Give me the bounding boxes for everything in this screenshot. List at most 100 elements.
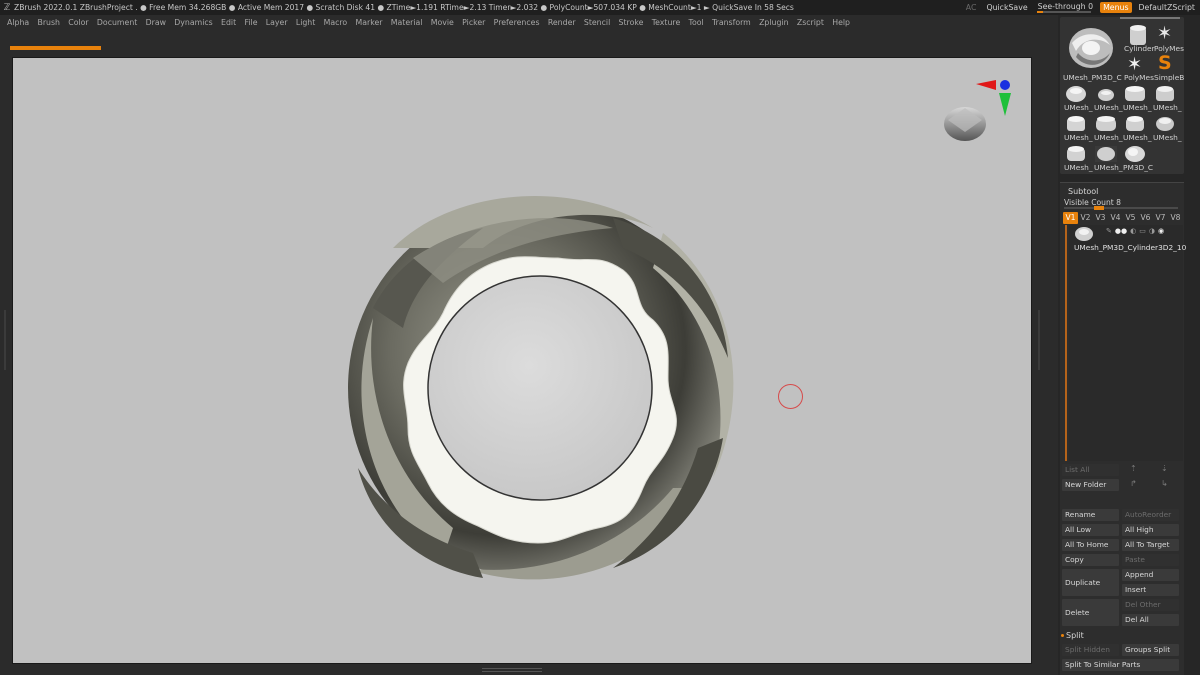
umesh-thumb-icon[interactable] <box>1064 115 1088 133</box>
navigation-gizmo[interactable] <box>944 80 1011 141</box>
subtool-title[interactable]: Subtool <box>1068 187 1098 196</box>
menu-dynamics[interactable]: Dynamics <box>174 18 212 27</box>
umesh-thumb-icon[interactable] <box>1094 87 1118 103</box>
pm3d-thumb-icon[interactable] <box>1123 145 1147 163</box>
tab-v1[interactable]: V1 <box>1063 212 1078 224</box>
polymesh-star-icon[interactable]: ✶ <box>1157 23 1172 44</box>
quicksave-button[interactable]: QuickSave <box>981 3 1032 12</box>
subtool-palette: Subtool Visible Count 8 V1 V2 V3 V4 V5 V… <box>1060 182 1187 675</box>
menu-zplugin[interactable]: Zplugin <box>759 18 788 27</box>
subtool-item-toggles: ✎ ●● ◐ ▭ ◑ ◉ <box>1106 227 1164 235</box>
umesh-thumb-icon[interactable] <box>1123 85 1147 103</box>
right-tray-handle[interactable] <box>1036 310 1042 370</box>
simplebrush-icon[interactable]: S <box>1158 52 1172 74</box>
move-up-arrow-icon[interactable]: ⇡ <box>1130 464 1137 473</box>
menu-render[interactable]: Render <box>548 18 576 27</box>
menu-alpha[interactable]: Alpha <box>7 18 29 27</box>
tab-v5[interactable]: V5 <box>1123 212 1138 224</box>
menu-preferences[interactable]: Preferences <box>494 18 540 27</box>
split-hidden-button[interactable]: Split Hidden <box>1062 644 1119 656</box>
menu-macro[interactable]: Macro <box>324 18 348 27</box>
list-item[interactable]: ✎ ●● ◐ ▭ ◑ ◉ UMesh_PM3D_Cylinder3D2_10 <box>1070 226 1187 256</box>
tab-v2[interactable]: V2 <box>1078 212 1093 224</box>
umesh-thumb-icon[interactable] <box>1094 145 1118 163</box>
copy-button[interactable]: Copy <box>1062 554 1119 566</box>
visible-count-slider[interactable] <box>1064 206 1178 210</box>
inner-disc <box>427 275 653 501</box>
duplicate-button[interactable]: Duplicate <box>1062 569 1119 596</box>
menu-stencil[interactable]: Stencil <box>584 18 610 27</box>
menu-light[interactable]: Light <box>296 18 315 27</box>
move-down-arrow-icon[interactable]: ⇣ <box>1161 464 1168 473</box>
tab-v3[interactable]: V3 <box>1093 212 1108 224</box>
menu-layer[interactable]: Layer <box>266 18 288 27</box>
menu-tool[interactable]: Tool <box>689 18 704 27</box>
visible-count-slider-knob[interactable] <box>1094 206 1104 210</box>
move-out-folder-icon[interactable]: ↳ <box>1161 479 1168 488</box>
simplebrush-label: SimpleB <box>1154 73 1184 82</box>
umesh-thumb-icon[interactable] <box>1123 115 1147 133</box>
menu-zscript[interactable]: Zscript <box>797 18 824 27</box>
list-all-button[interactable]: List All <box>1062 464 1119 476</box>
menu-document[interactable]: Document <box>97 18 137 27</box>
del-other-button[interactable]: Del Other <box>1122 599 1179 611</box>
menu-transform[interactable]: Transform <box>712 18 751 27</box>
all-low-button[interactable]: All Low <box>1062 524 1119 536</box>
del-all-button[interactable]: Del All <box>1122 614 1179 626</box>
subtool-list-scrollbar[interactable] <box>1065 225 1067 461</box>
paste-button[interactable]: Paste <box>1122 554 1179 566</box>
menu-texture[interactable]: Texture <box>652 18 681 27</box>
move-to-folder-icon[interactable]: ↱ <box>1130 479 1137 488</box>
polypaint-toggle-icon[interactable]: ●● <box>1115 227 1127 235</box>
menu-movie[interactable]: Movie <box>431 18 454 27</box>
umesh-thumb-icon[interactable] <box>1153 85 1177 103</box>
insert-button[interactable]: Insert <box>1122 584 1179 596</box>
folder-toggle-icon[interactable]: ▭ <box>1139 227 1146 235</box>
tab-v6[interactable]: V6 <box>1138 212 1153 224</box>
groups-split-button[interactable]: Groups Split <box>1122 644 1179 656</box>
polymesh-star2-icon[interactable]: ✶ <box>1127 54 1142 75</box>
new-folder-button[interactable]: New Folder <box>1062 479 1119 491</box>
default-zscript-button[interactable]: DefaultZScript <box>1134 3 1200 12</box>
tab-v7[interactable]: V7 <box>1153 212 1168 224</box>
menu-marker[interactable]: Marker <box>356 18 383 27</box>
pm3d-label: PM3D_C <box>1123 163 1154 172</box>
left-tray-handle[interactable] <box>2 310 8 370</box>
bottom-tray-handle[interactable] <box>482 668 542 672</box>
ac-button[interactable]: AC <box>961 3 982 12</box>
all-high-button[interactable]: All High <box>1122 524 1179 536</box>
menu-help[interactable]: Help <box>832 18 850 27</box>
menu-picker[interactable]: Picker <box>462 18 485 27</box>
menus-toggle[interactable]: Menus <box>1100 2 1132 13</box>
current-tool-thumb-icon[interactable] <box>1064 23 1118 71</box>
append-button[interactable]: Append <box>1122 569 1179 581</box>
menu-edit[interactable]: Edit <box>221 18 236 27</box>
subtool-item-name: UMesh_PM3D_Cylinder3D2_10 <box>1074 243 1187 252</box>
split-to-similar-parts-button[interactable]: Split To Similar Parts <box>1062 659 1179 671</box>
canvas-viewport[interactable] <box>12 57 1032 664</box>
lock-toggle-icon[interactable]: ◑ <box>1149 227 1155 235</box>
menu-file[interactable]: File <box>244 18 257 27</box>
tab-v8[interactable]: V8 <box>1168 212 1183 224</box>
autoreorder-button[interactable]: AutoReorder <box>1122 509 1179 521</box>
all-to-target-button[interactable]: All To Target <box>1122 539 1179 551</box>
eye-icon[interactable]: ◉ <box>1158 227 1164 235</box>
umesh-thumb-icon[interactable] <box>1064 85 1088 103</box>
rename-button[interactable]: Rename <box>1062 509 1119 521</box>
delete-button[interactable]: Delete <box>1062 599 1119 626</box>
umesh-thumb-icon[interactable] <box>1153 115 1177 133</box>
all-to-home-button[interactable]: All To Home <box>1062 539 1119 551</box>
see-through-slider[interactable]: See-through 0 <box>1033 2 1098 13</box>
umesh-thumb-icon[interactable] <box>1094 115 1118 133</box>
tab-v4[interactable]: V4 <box>1108 212 1123 224</box>
umesh-thumb-icon[interactable] <box>1064 145 1088 163</box>
menu-color[interactable]: Color <box>68 18 88 27</box>
menu-stroke[interactable]: Stroke <box>619 18 644 27</box>
dynamics-toggle-icon[interactable]: ◐ <box>1130 227 1136 235</box>
menu-draw[interactable]: Draw <box>146 18 166 27</box>
split-section-title[interactable]: Split <box>1061 631 1084 640</box>
menu-brush[interactable]: Brush <box>37 18 60 27</box>
brush-toggle-icon[interactable]: ✎ <box>1106 227 1112 235</box>
tool-scroll-indicator[interactable] <box>1120 17 1180 19</box>
menu-material[interactable]: Material <box>391 18 423 27</box>
